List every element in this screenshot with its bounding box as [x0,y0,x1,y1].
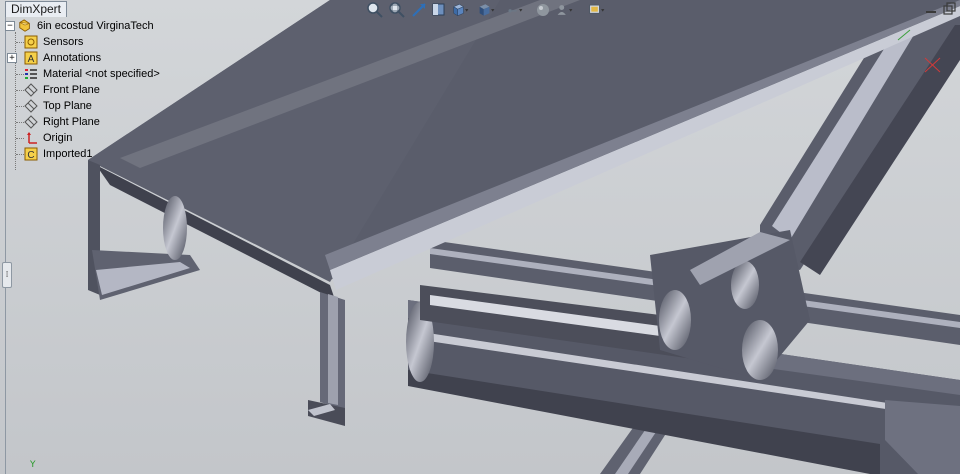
part-icon [19,19,30,32]
zoom-to-area-icon[interactable] [388,1,406,19]
tab-dimxpert[interactable]: DimXpert [5,1,68,17]
tree-item-front-plane[interactable]: Front Plane [16,82,144,98]
tree-connector [16,122,24,123]
tree-connector [16,90,24,91]
view-settings-icon[interactable] [588,1,606,19]
minimize-viewport-icon[interactable] [924,2,938,16]
material-icon [25,69,37,79]
collapse-root-toggle[interactable]: − [5,21,15,31]
apply-scene-icon[interactable] [556,1,574,19]
tree-root-label: 6in ecostud VirginaTech [37,20,154,32]
tree-item-material[interactable]: Material <not specified> [16,66,184,82]
panel-splitter-handle[interactable]: ⁞ [2,262,12,288]
tree-item-imported1[interactable]: C Imported1 [16,146,144,162]
display-style-icon[interactable] [478,1,496,19]
tree-item-top-plane[interactable]: Top Plane [16,98,144,114]
tree-item-label: Origin [43,132,73,144]
view-orientation-icon[interactable] [452,1,470,19]
reference-triad-y-label: Y [30,460,36,470]
expand-annotations-toggle[interactable]: + [7,53,17,63]
svg-text:A: A [28,54,35,65]
tree-connector [16,138,24,139]
tree-item-right-plane[interactable]: Right Plane [16,114,144,130]
restore-viewport-icon[interactable] [942,2,956,16]
tree-item-label: Top Plane [43,100,92,112]
sensor-icon [24,35,38,49]
hide-show-items-icon[interactable] [506,1,524,19]
tree-connector [16,106,24,107]
plane-icon [24,115,38,129]
tree-item-sensors[interactable]: Sensors [16,34,144,50]
previous-view-icon[interactable] [410,1,428,19]
viewport-window-controls [920,2,960,18]
tree-item-label: Material <not specified> [43,68,160,80]
imported-body-icon: C [24,147,38,161]
tree-item-annotations[interactable]: + A Annotations [7,50,144,66]
tree-connector [16,74,24,75]
origin-icon [27,132,37,144]
plane-icon [24,83,38,97]
edit-appearance-icon[interactable] [534,1,552,19]
svg-text:C: C [27,150,34,161]
section-view-icon[interactable] [430,1,448,19]
tree-item-label: Front Plane [43,84,100,96]
zoom-to-fit-icon[interactable] [366,1,384,19]
tree-item-label: Sensors [43,36,84,48]
plane-icon [24,99,38,113]
tree-item-label: Right Plane [43,116,100,128]
tree-root[interactable]: − 6in ecostud VirginaTech [4,18,174,34]
tree-connector [16,42,24,43]
tree-connector [16,154,24,155]
panel-left-border [5,17,6,474]
tree-item-origin[interactable]: Origin [16,130,144,146]
annotation-icon: A [24,51,38,65]
tree-item-label: Imported1 [43,148,93,160]
tree-item-label: Annotations [43,52,102,64]
